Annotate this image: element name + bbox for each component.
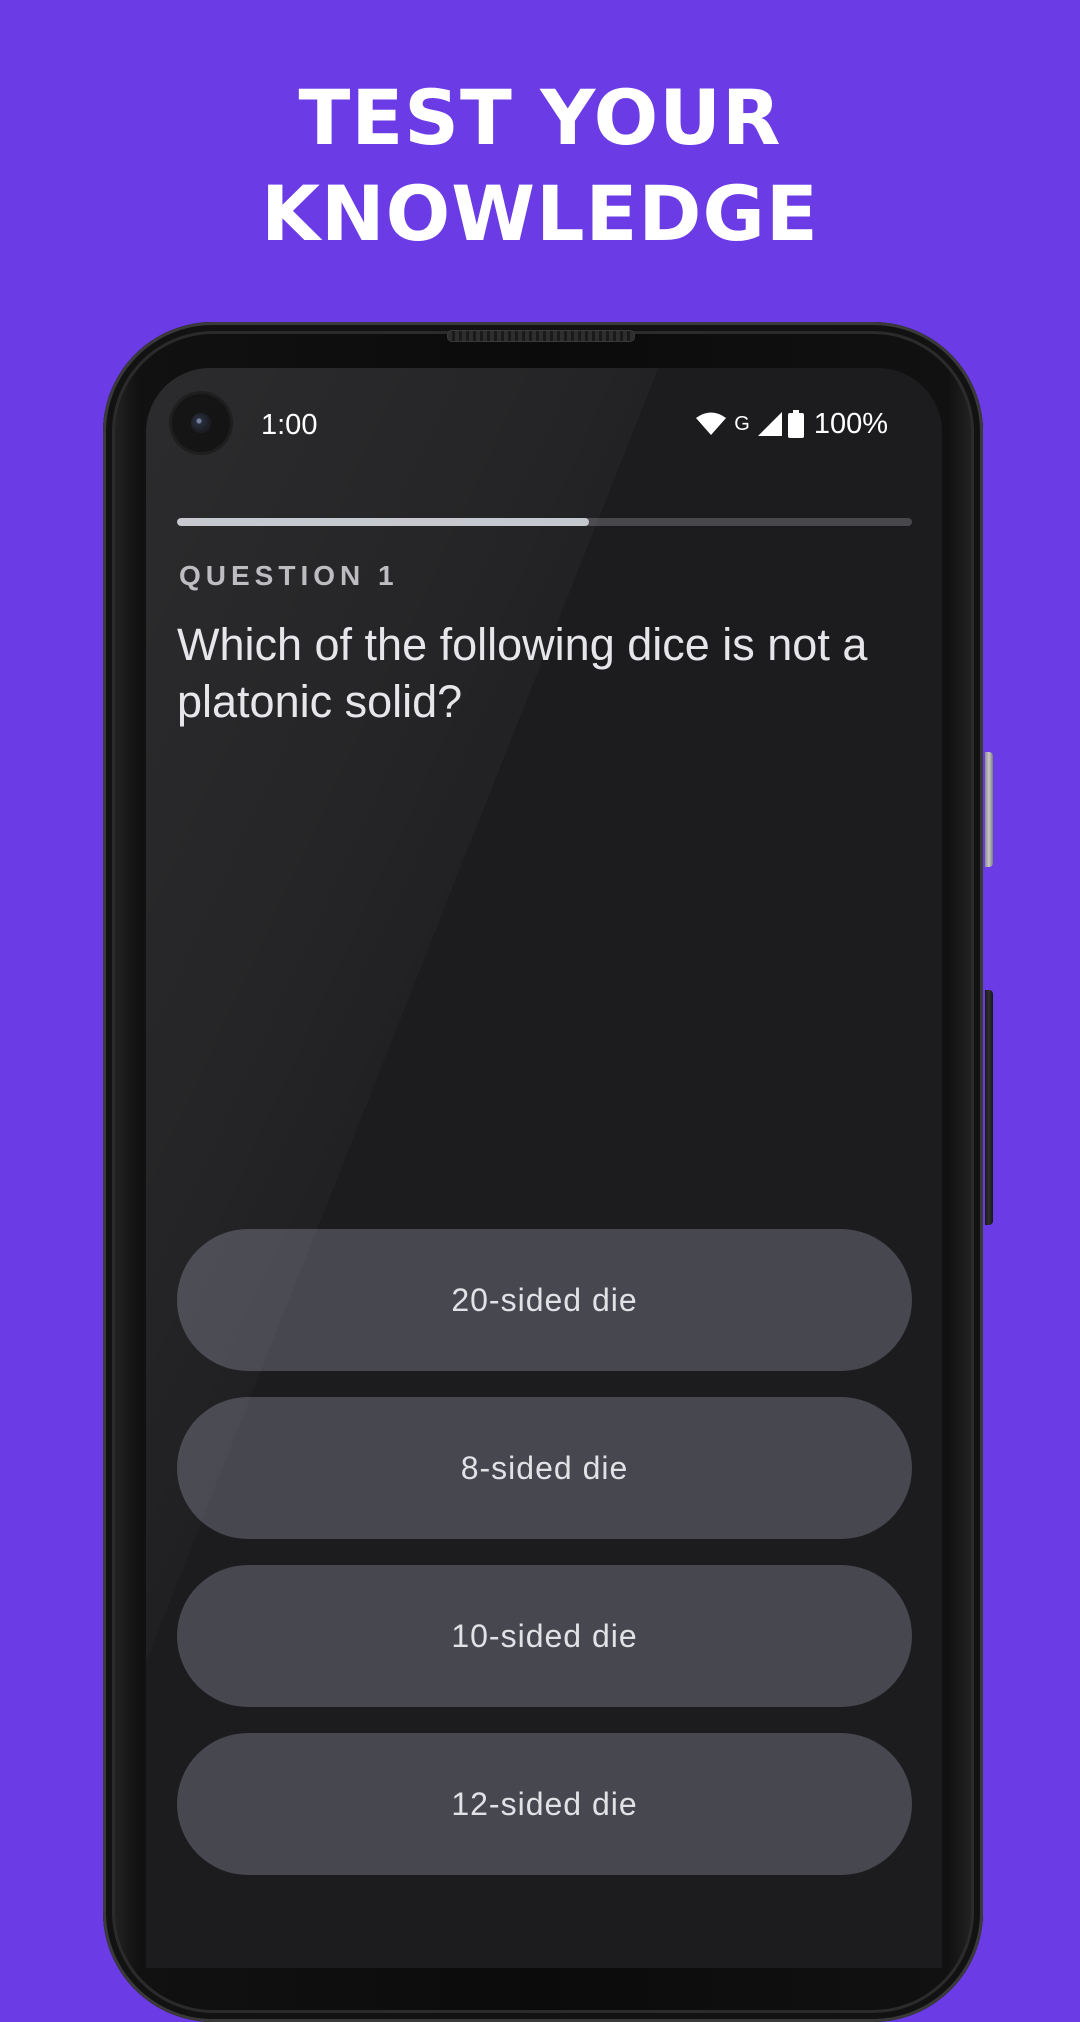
wifi-icon [696, 412, 727, 435]
battery-icon [787, 410, 804, 438]
cell-signal-icon [757, 412, 782, 436]
volume-button [985, 990, 993, 1225]
status-icons: G 100% [696, 406, 888, 442]
question-text: Which of the following dice is not a pla… [177, 619, 868, 727]
network-type-label: G [734, 412, 750, 435]
quiz-progress-fill [177, 518, 589, 526]
front-camera-icon [172, 394, 230, 452]
answer-button-3[interactable]: 10-sided die [177, 1565, 912, 1707]
battery-percent: 100% [813, 407, 888, 440]
earpiece-speaker [447, 330, 635, 342]
status-time: 1:00 [261, 409, 318, 441]
answer-button-1[interactable]: 20-sided die [177, 1229, 912, 1371]
question-number: QUESTION 1 [179, 560, 399, 591]
answer-button-2[interactable]: 8-sided die [177, 1397, 912, 1539]
phone-screen: 1:00 G 100% QUESTION 1 Which of the foll… [146, 368, 942, 1968]
answer-button-4[interactable]: 12-sided die [177, 1733, 912, 1875]
promo-headline: TEST YOUR KNOWLEDGE [0, 70, 1080, 262]
headline-line-2: KNOWLEDGE [261, 169, 819, 258]
camera-lens [191, 413, 211, 433]
power-button [985, 752, 993, 867]
quiz-progress-bar [177, 518, 912, 526]
answer-list: 20-sided die 8-sided die 10-sided die 12… [177, 1229, 912, 1901]
headline-line-1: TEST YOUR [298, 73, 782, 162]
